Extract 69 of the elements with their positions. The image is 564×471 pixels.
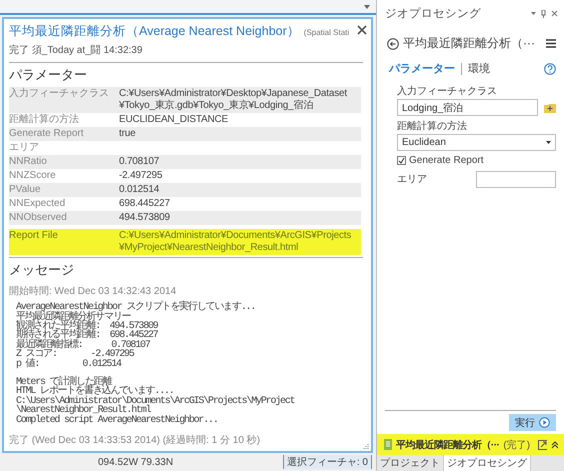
parameter-name: NNRatio — [9, 156, 48, 168]
checkbox-label: Generate Report — [409, 155, 484, 166]
result-title: 平均最近隣距離分析（Average Nearest Neighbor） — [9, 23, 300, 40]
parameter-name: 距離計算の方法 — [9, 114, 80, 126]
resize-grip-icon[interactable] — [363, 443, 369, 449]
completion-status: 完了 須_Today at_闘 14:32:39 — [9, 44, 144, 57]
parameter-name: NNObserved — [9, 212, 68, 224]
generate-report-checkbox[interactable] — [397, 156, 406, 165]
message-line: AverageNearestNeighbor スクリプトを実行しています... — [15, 303, 256, 313]
parameter-name: NNExpected — [9, 198, 66, 210]
back-icon[interactable] — [387, 38, 399, 50]
folder-add-icon[interactable] — [544, 102, 556, 112]
parameter-value: C:¥Users¥Administrator¥Desktop¥Japanese_Dataset — [119, 88, 348, 100]
dropdown-icon[interactable] — [364, 4, 370, 8]
area-input-field[interactable] — [476, 171, 556, 188]
result-subtitle: (Spatial Stati — [304, 28, 350, 37]
input-field[interactable]: Lodging_宿泊 — [397, 99, 538, 116]
parameter-value: 0.012514 — [119, 184, 160, 196]
result-status: (完了) — [503, 438, 530, 452]
tool-title: 平均最近隣距離分析（··· — [403, 35, 536, 52]
parameter-name: 入力フィーチャクラス — [9, 88, 110, 101]
section-heading: パラメーター — [9, 66, 88, 84]
field-label: 入力フィーチャクラス — [397, 84, 498, 98]
help-icon[interactable] — [544, 62, 556, 74]
end-time: 完了 (Wed Dec 03 14:33:53 2014) (経過時間: 1 分 10 秒) — [9, 434, 262, 447]
parameter-name: NNZScore — [9, 170, 57, 182]
open-history-icon[interactable] — [538, 440, 547, 450]
parameter-name: エリア — [9, 142, 40, 154]
parameter-name: Generate Report — [9, 128, 84, 140]
parameter-value: true — [119, 128, 136, 140]
start-time: 開始時間: Wed Dec 03 14:32:43 2014 — [9, 284, 178, 298]
scroll-icon — [383, 439, 392, 450]
result-title: 平均最近隣距離分析（··· — [396, 438, 500, 452]
parameter-value: EUCLIDEAN_DISTANCE — [119, 114, 230, 126]
parameter-name: Report File — [9, 230, 59, 243]
pane-tab[interactable]: パラメーター — [389, 61, 455, 76]
pin-icon[interactable] — [541, 10, 546, 18]
pane-tab[interactable]: 環境 — [468, 61, 490, 76]
parameter-value: ¥Tokyo_東京.gdb¥Tokyo_東京¥Lodging_宿泊 — [119, 100, 314, 112]
message-line: C:\Users\Administrator\Documents\ArcGIS\Projects\MyProject — [15, 396, 296, 406]
pane-title: ジオプロセシング — [385, 6, 482, 21]
message-line: Completed script AverageNearestNeighbor... — [15, 416, 219, 425]
result-bar[interactable]: 平均最近隣距離分析（··· (完了) — [377, 434, 564, 455]
bottom-tab[interactable]: ジオプロセシング — [444, 455, 531, 471]
method-dropdown[interactable]: Euclidean — [397, 134, 556, 151]
message-line: p 値: 0.012514 — [15, 360, 122, 369]
close-icon[interactable] — [357, 25, 367, 35]
play-icon — [539, 417, 550, 428]
parameter-value: 494.573809 — [119, 212, 171, 224]
message-line: HTML レポートを書き込んでいます.... — [15, 387, 174, 397]
message-line: \NearestNeighbor_Result.html — [15, 406, 151, 416]
parameter-value: -2.497295 — [119, 170, 164, 182]
run-button[interactable]: 実行 — [509, 414, 556, 431]
coordinates: 094.52W 79.33N — [98, 456, 174, 468]
parameter-value: 698.445227 — [119, 198, 171, 210]
section-heading: メッセージ — [9, 261, 75, 280]
selected-features: 選択フィーチャ: 0 — [282, 455, 372, 469]
dropdown-icon[interactable] — [531, 12, 536, 15]
parameter-value: C:¥Users¥Administrator¥Documents¥ArcGIS¥Projects — [119, 230, 352, 242]
field-label: 距離計算の方法 — [397, 120, 468, 133]
collapse-icon[interactable] — [550, 440, 558, 448]
close-icon[interactable] — [551, 10, 558, 17]
field-label: エリア — [397, 173, 428, 186]
caret-icon — [546, 141, 551, 144]
parameter-name: PValue — [9, 184, 42, 196]
parameter-value: 0.708107 — [119, 156, 160, 168]
parameter-value: ¥MyProject¥NearestNeighbor_Result.html — [119, 242, 300, 254]
message-line: 最近隣距離指標: 0.708107 — [15, 340, 152, 350]
menu-icon[interactable] — [546, 39, 556, 48]
